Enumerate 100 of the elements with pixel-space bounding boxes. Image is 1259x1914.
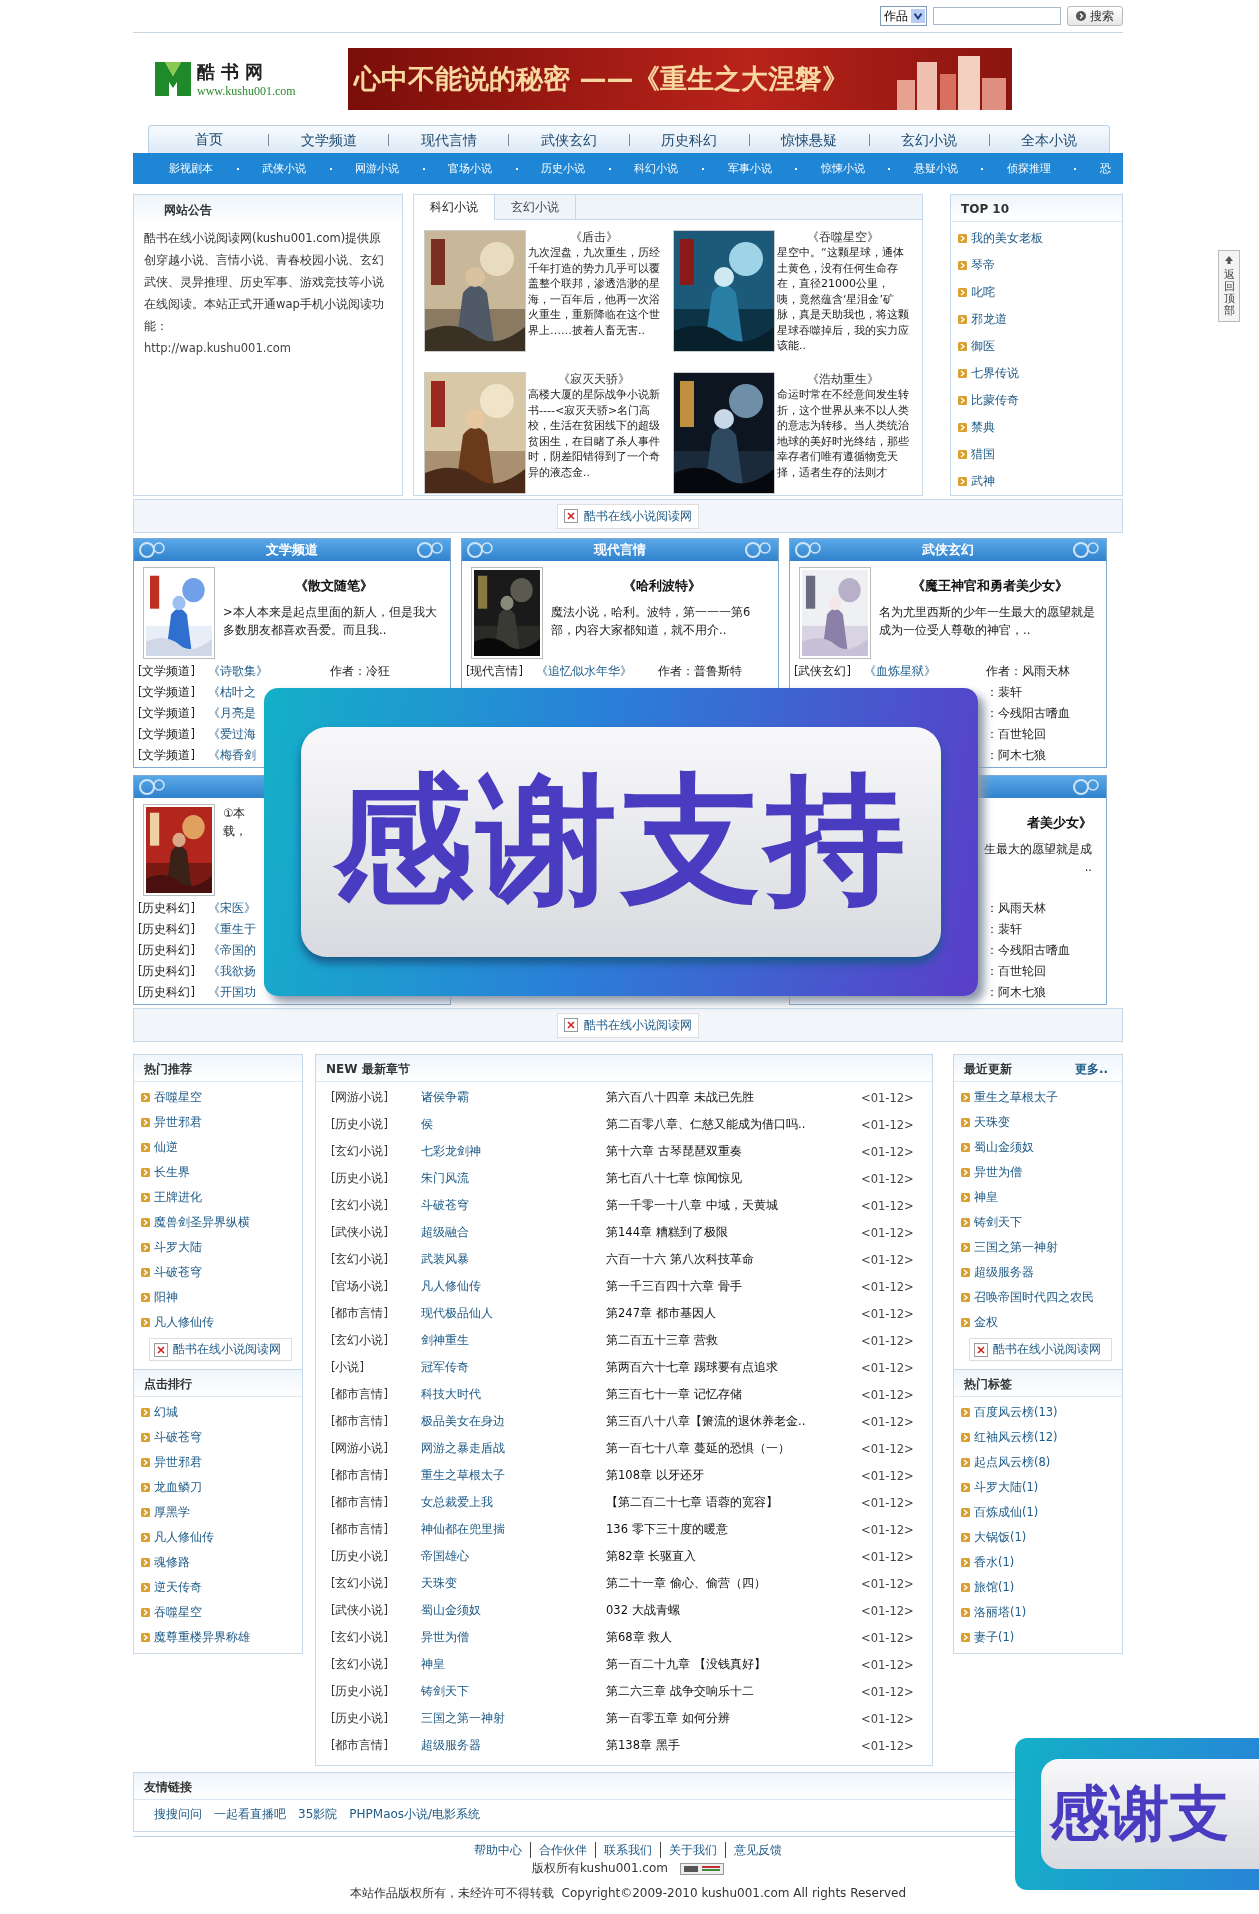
- category-link[interactable]: 官场小说: [448, 161, 493, 176]
- tag-link[interactable]: 红袖风云榜(12): [961, 1425, 1122, 1450]
- chapter-link[interactable]: 第七百八十七章 惊闻惊见: [606, 1171, 861, 1186]
- book-link[interactable]: 七界传说: [958, 360, 1122, 387]
- book-title-link[interactable]: 《盾击》: [528, 230, 660, 245]
- chapter-link[interactable]: 032 大战青螺: [606, 1603, 861, 1618]
- book-link[interactable]: 吞噬星空: [141, 1085, 302, 1110]
- chapter-link[interactable]: 第三百七十一章 记忆存储: [606, 1387, 861, 1402]
- book-title-link[interactable]: 《寂灭天骄》: [528, 372, 660, 387]
- book-title-link[interactable]: 《浩劫重生》: [777, 372, 909, 387]
- chapter-link[interactable]: 第两百六十七章 踢球要有点追求: [606, 1360, 861, 1375]
- book-link[interactable]: 猎国: [958, 441, 1122, 468]
- counter-badge-icon[interactable]: [680, 1862, 724, 1875]
- tag-link[interactable]: 百度风云榜(13): [961, 1400, 1122, 1425]
- chapter-link[interactable]: 六百一十六 第八次科技革命: [606, 1252, 861, 1267]
- footer-link[interactable]: 帮助中心: [466, 1842, 530, 1858]
- book-link[interactable]: 凡人修仙传: [421, 1279, 606, 1294]
- nav-link[interactable]: 玄幻小说: [868, 133, 989, 146]
- category-link[interactable]: 武侠小说: [262, 161, 307, 176]
- chapter-link[interactable]: 第一百二十九章 【没钱真好】: [606, 1657, 861, 1672]
- book-link[interactable]: 铸剑天下: [421, 1684, 606, 1699]
- book-link[interactable]: 《血炼星狱》: [864, 664, 936, 678]
- book-link[interactable]: 《宋医》: [208, 901, 256, 915]
- search-button[interactable]: 搜索: [1067, 6, 1123, 26]
- tag-link[interactable]: 斗罗大陆(1): [961, 1475, 1122, 1500]
- chapter-link[interactable]: 【第二百二十七章 语蓉的宽容】: [606, 1495, 861, 1510]
- chapter-link[interactable]: 第二六三章 战争交响乐十二: [606, 1684, 861, 1699]
- search-field[interactable]: [933, 7, 1061, 25]
- friend-link[interactable]: 搜搜问问: [154, 1806, 202, 1823]
- ad-link[interactable]: 酷书在线小说阅读网: [149, 1338, 292, 1361]
- book-link[interactable]: 禁典: [958, 414, 1122, 441]
- friend-link[interactable]: PHPMaos小说/电影系统: [349, 1806, 481, 1823]
- book-link[interactable]: 金权: [961, 1310, 1122, 1335]
- book-link[interactable]: 魔兽剑圣异界纵横: [141, 1210, 302, 1235]
- book-link[interactable]: 三国之第一神射: [421, 1711, 606, 1726]
- book-link[interactable]: 比蒙传奇: [958, 387, 1122, 414]
- book-link[interactable]: 琴帝: [958, 252, 1122, 279]
- book-link[interactable]: 天珠变: [421, 1576, 606, 1591]
- book-link[interactable]: 阳神: [141, 1285, 302, 1310]
- chapter-link[interactable]: 第144章 糟糕到了极限: [606, 1225, 861, 1240]
- category-link[interactable]: 惊悚小说: [820, 161, 865, 176]
- book-link[interactable]: 科技大时代: [421, 1387, 606, 1402]
- book-link[interactable]: 魂修路: [141, 1550, 302, 1575]
- footer-link[interactable]: 合作伙伴: [530, 1842, 595, 1858]
- book-link[interactable]: 逆天传奇: [141, 1575, 302, 1600]
- more-link[interactable]: 更多..: [1074, 1055, 1108, 1081]
- chapter-link[interactable]: 第三百八十八章【箫流的退休养老金..: [606, 1414, 861, 1429]
- book-link[interactable]: 冠军传奇: [421, 1360, 606, 1375]
- book-link[interactable]: 斗破苍穹: [421, 1198, 606, 1213]
- category-link[interactable]: 历史小说: [541, 161, 586, 176]
- friend-link[interactable]: 一起看直播吧: [214, 1806, 286, 1823]
- nav-link[interactable]: 文学频道: [268, 133, 389, 146]
- book-link[interactable]: 《枯叶之: [208, 685, 256, 699]
- book-link[interactable]: 召唤帝国时代四之农民: [961, 1285, 1122, 1310]
- book-link[interactable]: 武神: [958, 468, 1122, 495]
- book-link[interactable]: 剑神重生: [421, 1333, 606, 1348]
- book-link[interactable]: 厚黑学: [141, 1500, 302, 1525]
- book-title-link[interactable]: 《魔王神官和勇者美少女》: [879, 577, 1100, 595]
- tag-link[interactable]: 洛丽塔(1): [961, 1600, 1122, 1625]
- chapter-link[interactable]: 第一千三百四十六章 骨手: [606, 1279, 861, 1294]
- footer-link[interactable]: 意见反馈: [725, 1842, 790, 1858]
- tag-link[interactable]: 旅馆(1): [961, 1575, 1122, 1600]
- book-link[interactable]: 异世邪君: [141, 1110, 302, 1135]
- book-link[interactable]: 女总裁爱上我: [421, 1495, 606, 1510]
- book-link[interactable]: 铸剑天下: [961, 1210, 1122, 1235]
- book-link[interactable]: 朱门风流: [421, 1171, 606, 1186]
- tab[interactable]: 玄幻小说: [495, 195, 576, 219]
- nav-link[interactable]: 现代言情: [388, 133, 509, 146]
- ad-link[interactable]: 酷书在线小说阅读网: [557, 1012, 699, 1038]
- category-link[interactable]: 悬疑小说: [913, 161, 958, 176]
- book-link[interactable]: 凡人修仙传: [141, 1525, 302, 1550]
- book-link[interactable]: 魔尊重楼异界称雄: [141, 1625, 302, 1650]
- book-link[interactable]: 斗破苍穹: [141, 1425, 302, 1450]
- book-link[interactable]: 超级融合: [421, 1225, 606, 1240]
- category-link[interactable]: 军事小说: [727, 161, 772, 176]
- book-link[interactable]: 异世邪君: [141, 1450, 302, 1475]
- popup-ad[interactable]: 感谢支持: [264, 688, 978, 996]
- chapter-link[interactable]: 第六百八十四章 未战已先胜: [606, 1090, 861, 1105]
- book-link[interactable]: 凡人修仙传: [141, 1310, 302, 1335]
- scope-dropdown[interactable]: 作品: [880, 6, 927, 26]
- book-link[interactable]: 异世为僧: [421, 1630, 606, 1645]
- book-link[interactable]: 《爱过海: [208, 727, 256, 741]
- book-link[interactable]: 王牌进化: [141, 1185, 302, 1210]
- ad-link[interactable]: 酷书在线小说阅读网: [969, 1338, 1112, 1361]
- chapter-link[interactable]: 第二百零八章、仁慈又能成为借口吗..: [606, 1117, 861, 1132]
- book-link[interactable]: 《帝国的: [208, 943, 256, 957]
- book-link[interactable]: 《月亮是: [208, 706, 256, 720]
- chapter-link[interactable]: 第一千零一十八章 中域，天黄城: [606, 1198, 861, 1213]
- book-link[interactable]: 重生之草根太子: [421, 1468, 606, 1483]
- friend-link[interactable]: 35影院: [298, 1806, 338, 1823]
- nav-link[interactable]: 全本小说: [988, 133, 1109, 146]
- back-to-top-button[interactable]: 返回顶部: [1218, 250, 1240, 323]
- nav-link[interactable]: 历史科幻: [628, 133, 749, 146]
- book-link[interactable]: 《开国功: [208, 985, 256, 999]
- chapter-link[interactable]: 第68章 救人: [606, 1630, 861, 1645]
- book-link[interactable]: 异世为僧: [961, 1160, 1122, 1185]
- book-link[interactable]: 《重生于: [208, 922, 256, 936]
- category-link[interactable]: 网游小说: [355, 161, 400, 176]
- chapter-link[interactable]: 第138章 黑手: [606, 1738, 861, 1753]
- book-link[interactable]: 神皇: [421, 1657, 606, 1672]
